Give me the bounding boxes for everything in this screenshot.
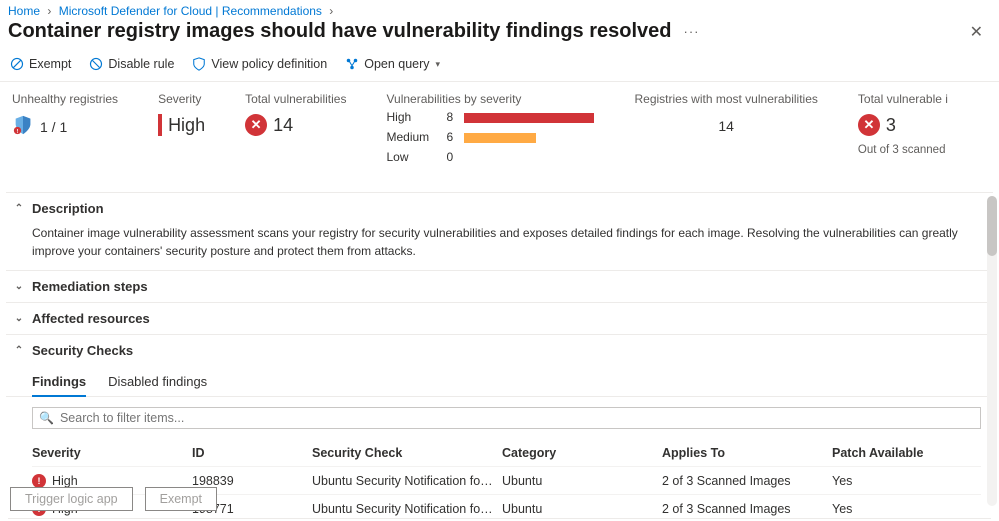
stat-label: Vulnerabilities by severity — [386, 92, 594, 106]
exempt-button[interactable]: Exempt — [10, 57, 71, 71]
tabs: Findings Disabled findings — [6, 366, 993, 397]
section-remediation-header[interactable]: ⌄ Remediation steps — [6, 271, 993, 302]
more-menu[interactable]: ··· — [672, 24, 700, 39]
stat-value: 3 — [886, 115, 896, 136]
exempt-footer-button[interactable]: Exempt — [145, 487, 217, 511]
breadcrumb-sep: › — [325, 4, 337, 18]
breadcrumb: Home › Microsoft Defender for Cloud | Re… — [0, 0, 999, 20]
stat-unhealthy: Unhealthy registries ! 1 / 1 — [12, 92, 118, 164]
disable-rule-label: Disable rule — [108, 57, 174, 71]
content-area: ⌃ Description Container image vulnerabil… — [0, 192, 999, 521]
stat-most-registries: Registries with most vulnerabilities 14 — [634, 92, 817, 164]
col-check[interactable]: Security Check — [312, 446, 502, 460]
col-applies[interactable]: Applies To — [662, 446, 832, 460]
toolbar: Exempt Disable rule View policy definiti… — [0, 51, 999, 82]
cell-category: Ubuntu — [502, 474, 662, 488]
chevron-down-icon: ⌄ — [14, 281, 24, 292]
view-policy-label: View policy definition — [211, 57, 327, 71]
scrollbar-thumb[interactable] — [987, 196, 997, 256]
sev-high-label: High — [386, 110, 446, 124]
sev-high-count: 8 — [446, 110, 464, 124]
stat-subtext: Out of 3 scanned — [858, 140, 948, 156]
stat-label: Registries with most vulnerabilities — [634, 92, 817, 106]
cell-id: 198839 — [192, 474, 312, 488]
stat-value: 14 — [718, 118, 734, 134]
sev-high-bar — [464, 112, 594, 122]
stat-total-images: Total vulnerable i ✕ 3 Out of 3 scanned — [858, 92, 948, 164]
stats-strip: Unhealthy registries ! 1 / 1 Severity Hi… — [0, 82, 999, 172]
section-title: Affected resources — [32, 311, 150, 326]
severity-icon: ! — [32, 474, 46, 488]
sev-low-count: 0 — [446, 150, 464, 164]
cell-severity: High — [52, 474, 78, 488]
search-icon: 🔍 — [39, 411, 54, 425]
error-circle-icon: ✕ — [858, 114, 880, 136]
table-header-row: Severity ID Security Check Category Appl… — [32, 439, 981, 467]
severity-bar-icon — [158, 114, 162, 136]
cell-applies: 2 of 3 Scanned Images — [662, 502, 832, 516]
svg-text:!: ! — [17, 129, 19, 135]
cell-check: Ubuntu Security Notification for Open... — [312, 502, 502, 516]
open-query-label: Open query — [364, 57, 429, 71]
cell-check: Ubuntu Security Notification for Open... — [312, 474, 502, 488]
stat-total-vuln: Total vulnerabilities ✕ 14 — [245, 92, 346, 164]
sev-med-label: Medium — [386, 130, 446, 144]
col-patch[interactable]: Patch Available — [832, 446, 962, 460]
description-text: Container image vulnerability assessment… — [6, 224, 993, 270]
stat-severity: Severity High — [158, 92, 205, 164]
section-security-checks-header[interactable]: ⌃ Security Checks — [6, 335, 993, 366]
cell-applies: 2 of 3 Scanned Images — [662, 474, 832, 488]
stat-by-severity: Vulnerabilities by severity High 8 Mediu… — [386, 92, 594, 164]
stat-label: Unhealthy registries — [12, 92, 118, 106]
ban-icon — [10, 57, 24, 71]
query-icon — [345, 57, 359, 71]
tab-disabled-findings[interactable]: Disabled findings — [108, 370, 207, 396]
disable-rule-button[interactable]: Disable rule — [89, 57, 174, 71]
chevron-down-icon: ⌄ — [14, 313, 24, 324]
close-button[interactable]: ✕ — [970, 22, 983, 42]
stat-value: High — [168, 115, 205, 136]
error-circle-icon: ✕ — [245, 114, 267, 136]
page-title: Container registry images should have vu… — [8, 20, 672, 43]
search-box[interactable]: 🔍 — [32, 407, 981, 429]
chevron-up-icon: ⌃ — [14, 203, 24, 214]
breadcrumb-home[interactable]: Home — [8, 4, 40, 18]
sev-med-count: 6 — [446, 130, 464, 144]
stat-value: 14 — [273, 115, 293, 136]
view-policy-button[interactable]: View policy definition — [192, 57, 327, 71]
stat-label: Total vulnerable i — [858, 92, 948, 106]
section-title: Description — [32, 201, 104, 216]
section-description-header[interactable]: ⌃ Description — [6, 193, 993, 224]
trigger-logic-app-button[interactable]: Trigger logic app — [10, 487, 133, 511]
stat-label: Total vulnerabilities — [245, 92, 346, 106]
shield-icon: ! — [12, 114, 34, 139]
exempt-label: Exempt — [29, 57, 71, 71]
disable-icon — [89, 57, 103, 71]
search-input[interactable] — [60, 411, 974, 425]
sev-low-bar — [464, 152, 594, 162]
col-severity[interactable]: Severity — [32, 446, 192, 460]
chevron-down-icon: ▾ — [436, 59, 441, 70]
chevron-up-icon: ⌃ — [14, 345, 24, 356]
col-id[interactable]: ID — [192, 446, 312, 460]
cell-category: Ubuntu — [502, 502, 662, 516]
cell-patch: Yes — [832, 502, 962, 516]
breadcrumb-defender[interactable]: Microsoft Defender for Cloud | Recommend… — [59, 4, 322, 18]
footer-divider — [8, 518, 991, 519]
stat-value: 1 / 1 — [40, 119, 67, 135]
section-affected-header[interactable]: ⌄ Affected resources — [6, 303, 993, 334]
policy-icon — [192, 57, 206, 71]
tab-findings[interactable]: Findings — [32, 370, 86, 397]
breadcrumb-sep: › — [43, 4, 55, 18]
sev-med-bar — [464, 132, 594, 142]
stat-label: Severity — [158, 92, 205, 106]
open-query-button[interactable]: Open query ▾ — [345, 57, 440, 71]
cell-patch: Yes — [832, 474, 962, 488]
section-title: Security Checks — [32, 343, 133, 358]
sev-low-label: Low — [386, 150, 446, 164]
col-category[interactable]: Category — [502, 446, 662, 460]
section-title: Remediation steps — [32, 279, 148, 294]
